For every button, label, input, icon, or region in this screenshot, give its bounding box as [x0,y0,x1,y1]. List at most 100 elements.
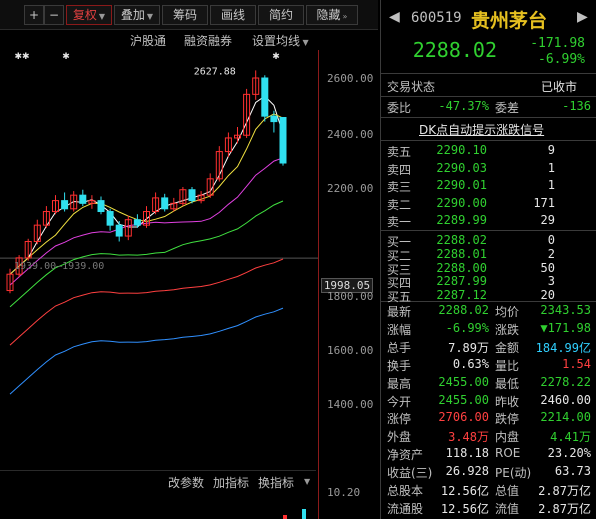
candle-down [161,197,169,210]
order-volume: 1 [547,160,555,175]
signal-row: DK点自动提示涨跌信号 [381,120,596,138]
candle-down [188,189,196,202]
sell-order-row: 卖五 2290.10 9 [381,142,596,160]
low-price-label: 1939.00—1939.00 [14,261,104,272]
fuquan-button[interactable]: 复权 ▼ [66,5,112,25]
price-change-pct: -6.99% [538,52,585,67]
stat-label: 今开 [387,394,412,409]
draw-line-button[interactable]: 画线 [210,5,256,25]
stat-label: 金额 [495,340,520,355]
stats-row: 净资产 118.18 ROE 23.20% [381,445,596,463]
stats-row: 收益(三) 26.928 PE(动) 63.73 [381,463,596,481]
quote-panel: ◀ 600519 贵州茅台 ▶ 2288.02 -171.98 -6.99% 交… [380,0,596,519]
stat-label: 均价 [495,305,520,319]
vol-tick-label: 10.20 [327,486,361,499]
volume-bars [283,509,306,519]
candle-down [106,211,114,226]
divider [381,73,596,74]
stat-label: 收益(三) [387,466,433,481]
ma-settings-button[interactable]: 设置均线 ▼ [252,32,309,49]
stats-row: 总股本 12.56亿 总值 2.87万亿 [381,481,596,499]
stat-label: 最高 [387,376,412,391]
stat-label: 流值 [495,501,520,516]
chip-distribution-button[interactable]: 筹码 [162,5,208,25]
stat-label: 涨停 [387,412,412,427]
stats-row: 今开 2455.00 昨收 2460.00 [381,392,596,410]
stat-label: 最低 [495,376,520,391]
order-price: 2289.99 [436,213,487,228]
double-chevron-right-icon: » [342,12,348,21]
hide-label: 隐藏 [316,8,341,22]
stat-label: 最新 [387,305,412,319]
current-price: 2288.02 [412,38,497,62]
ma-settings-label: 设置均线 [252,34,301,48]
simple-mode-button[interactable]: 简约 [258,5,304,25]
volume-axis: 10.20 [318,470,378,519]
event-star-icon: ✱ [272,52,280,62]
sell-order-row: 卖二 2290.00 171 [381,195,596,213]
sell-order-row: 卖一 2289.99 29 [381,212,596,230]
stat-label: 净资产 [387,448,424,463]
stat-label: 涨跌 [495,322,520,337]
chart-toolbar: + − 复权 ▼ 叠加 ▼ 筹码 画线 简约 隐藏» [0,0,378,30]
stat-label: 外盘 [387,430,412,445]
stock-name: 贵州茅台 [471,10,548,32]
stats-row: 换手 0.63% 量比 1.54 [381,356,596,374]
stat-label: 流通股 [387,501,424,516]
ytick-label: 1400.00 [327,398,374,411]
weibi-label: 委比 [387,101,412,115]
stat-value: 2706.00 [438,410,489,425]
stock-code: 600519 [411,10,462,26]
stat-value: 2455.00 [438,374,489,389]
price-axis: 2600.00 2400.00 2200.00 1998.05 1800.00 … [318,50,378,470]
order-label: 卖二 [387,197,412,212]
event-star-icon: ✱✱ [14,52,29,62]
chevron-down-icon: ▼ [300,38,309,47]
overlay-button[interactable]: 叠加 ▼ [114,5,160,25]
status-label: 交易状态 [387,80,436,94]
order-volume: 171 [533,195,555,210]
stat-value: 2.87万亿 [538,484,591,498]
price-change: -171.98 [530,36,585,51]
stat-value: 7.89万 [448,340,489,355]
order-price: 2290.03 [436,160,487,175]
stat-label: 总手 [387,340,412,355]
dk-signal-link[interactable]: DK点自动提示涨跌信号 [419,121,544,138]
order-label: 卖三 [387,180,412,195]
overlay-label: 叠加 [120,8,145,22]
status-value: 已收市 [541,80,578,94]
order-price: 2290.01 [436,178,487,193]
ma120-line [9,307,284,395]
order-price: 2290.00 [436,195,487,210]
ma5-line [9,95,284,275]
stat-label: 总股本 [387,484,424,498]
stats-row: 涨幅 -6.99% 涨跌 ▼171.98 [381,320,596,338]
stats-row: 总手 7.89万 金额 184.99亿 [381,338,596,356]
event-star-icon: ✱ [62,52,70,62]
stat-value: 2343.53 [540,303,591,317]
stat-label: 量比 [495,358,520,373]
stats-row: 流通股 12.56亿 流值 2.87万亿 [381,499,596,517]
stat-value: 2455.00 [438,392,489,407]
stat-value: 184.99亿 [535,340,591,355]
order-volume: 9 [547,143,555,157]
zoom-in-button[interactable]: + [24,5,44,25]
hide-button[interactable]: 隐藏» [306,5,358,25]
order-label: 卖一 [387,215,412,230]
zoom-out-button[interactable]: − [44,5,64,25]
order-label: 卖五 [387,145,412,159]
sell-order-row: 卖四 2290.03 1 [381,160,596,178]
hugutong-link[interactable]: 沪股通 [130,32,166,49]
stat-value: 26.928 [445,464,489,479]
next-stock-icon[interactable]: ▶ [577,9,588,25]
margin-trading-link[interactable]: 融资融券 [184,32,232,49]
prev-stock-icon[interactable]: ◀ [389,9,400,25]
ytick-label: 1800.00 [327,290,374,303]
divider [381,96,596,97]
order-label: 卖四 [387,162,412,177]
stat-value: 2.87万亿 [538,501,591,516]
weicha-value: -136 [562,99,591,113]
candle-down [133,219,141,226]
candle-down [79,194,87,204]
chevron-down-icon: ▼ [98,12,106,21]
